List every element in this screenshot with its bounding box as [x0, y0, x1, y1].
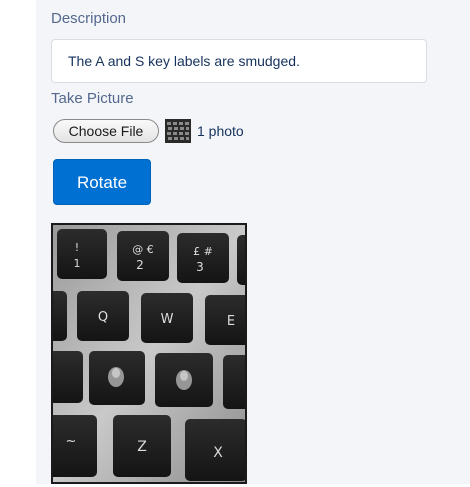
rotate-button[interactable]: Rotate — [53, 159, 151, 205]
file-count-text: 1 photo — [197, 123, 244, 139]
key-tilde-label: ~ — [66, 434, 77, 449]
file-thumbnail-icon — [165, 119, 191, 143]
description-field[interactable]: The A and S key labels are smudged. — [51, 39, 427, 83]
keyboard-photo: ! 1 @ € 2 £ # 3 Q W E ~ Z X — [39, 223, 257, 484]
choose-file-button[interactable]: Choose File — [53, 119, 159, 143]
key-e — [205, 295, 249, 345]
key-2-top-label: @ € — [132, 243, 154, 256]
key-3-top-label: £ # — [193, 245, 213, 258]
key-e-label: E — [227, 314, 235, 329]
key-w-label: W — [161, 312, 174, 327]
keyboard-photo-image: ! 1 @ € 2 £ # 3 Q W E ~ Z X — [39, 225, 257, 482]
take-picture-label: Take Picture — [51, 90, 134, 107]
key-2 — [117, 231, 169, 281]
key-3-bottom-label: 3 — [196, 260, 204, 274]
key-q-label: Q — [98, 310, 108, 325]
key-z-label: Z — [137, 439, 147, 455]
key-1-top-label: ! — [75, 241, 79, 254]
key-1-bottom-label: 1 — [74, 257, 81, 270]
key-x-label: X — [213, 445, 223, 461]
description-label: Description — [51, 10, 127, 27]
key-3 — [177, 233, 229, 283]
key-2-bottom-label: 2 — [136, 258, 144, 272]
key-1 — [57, 229, 107, 279]
